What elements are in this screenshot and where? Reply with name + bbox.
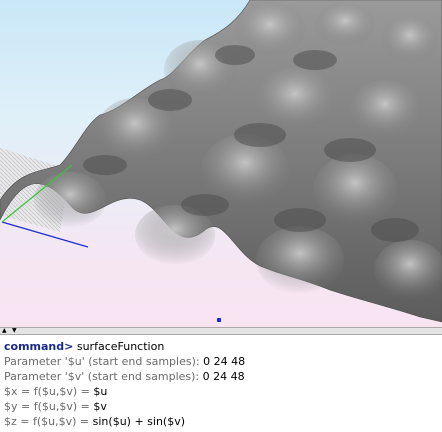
function-label: $z = f($u,$v) = [4,415,90,428]
surface-render[interactable] [0,0,442,327]
function-value: $u [93,385,108,398]
pivot-marker [217,318,221,322]
console-line: $x = f($u,$v) = $u [4,384,442,399]
app-window: ▲ ▼ command> surfaceFunction Parameter '… [0,0,442,432]
param-value: 0 24 48 [202,370,245,383]
console-line: $y = f($u,$v) = $v [4,399,442,414]
triangle-up-icon[interactable]: ▲ [2,328,7,334]
command-line: command> surfaceFunction [4,339,442,354]
param-label: Parameter '$v' (start end samples): [4,370,200,383]
console-line: Parameter '$u' (start end samples): 0 24… [4,354,442,369]
command-console[interactable]: command> surfaceFunction Parameter '$u' … [0,335,442,432]
param-label: Parameter '$u' (start end samples): [4,355,200,368]
3d-viewport[interactable] [0,0,442,327]
command-prompt: command> [4,340,74,353]
triangle-down-icon[interactable]: ▼ [12,328,17,334]
function-value: $v [93,400,107,413]
function-label: $y = f($u,$v) = [4,400,90,413]
console-line: $z = f($u,$v) = sin($u) + sin($v) [4,414,442,429]
console-line: Parameter '$v' (start end samples): 0 24… [4,369,442,384]
panel-splitter[interactable]: ▲ ▼ [0,327,442,335]
function-label: $x = f($u,$v) = [4,385,90,398]
function-value: sin($u) + sin($v) [92,415,186,428]
command-text: surfaceFunction [76,340,165,353]
param-value: 0 24 48 [203,355,246,368]
